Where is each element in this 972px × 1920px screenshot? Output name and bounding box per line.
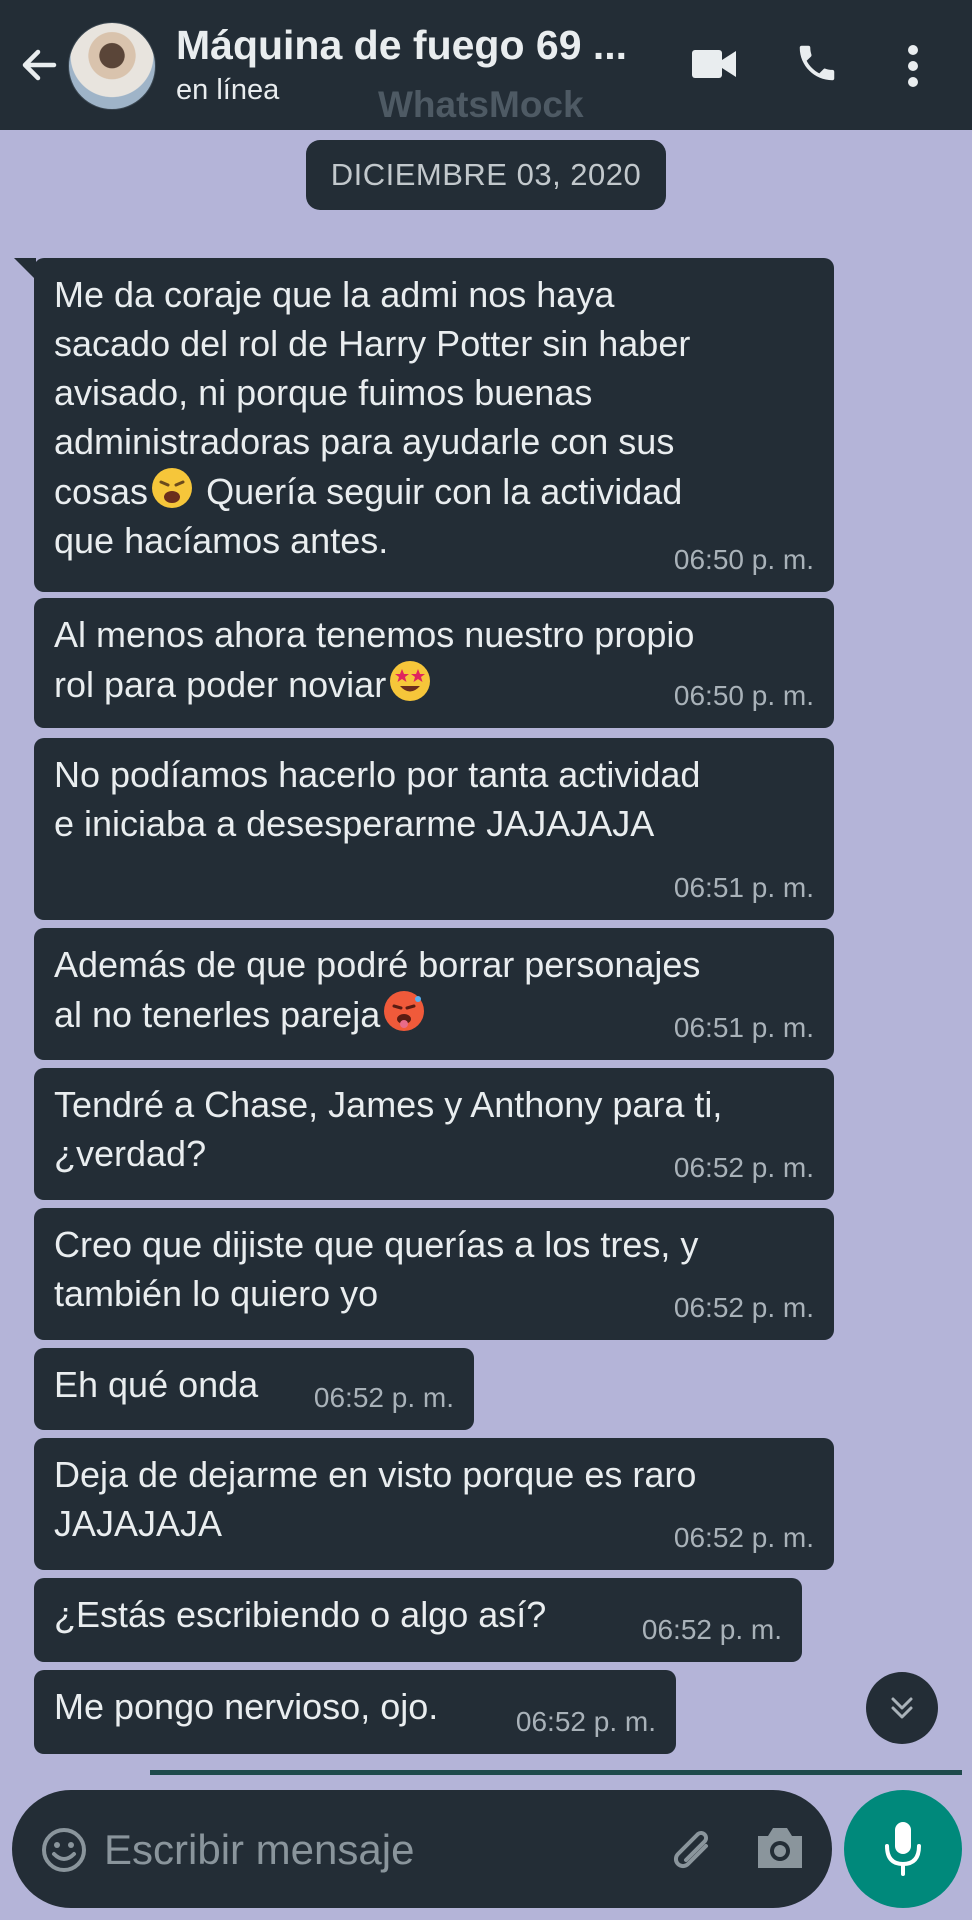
message-text: No podíamos hacerlo por tanta actividad …	[54, 754, 701, 844]
date-separator: DICIEMBRE 03, 2020	[306, 140, 666, 210]
message-bubble[interactable]: ¿Estás escribiendo o algo así? 06:52 p. …	[34, 1578, 802, 1662]
message-bubble[interactable]: Creo que dijiste que querías a los tres,…	[34, 1208, 834, 1340]
message-time: 06:52 p. m.	[673, 1522, 814, 1553]
message-time: 06:51 p. m.	[673, 1012, 814, 1043]
mic-button[interactable]	[844, 1790, 962, 1908]
more-vert-icon[interactable]	[906, 44, 920, 88]
chat-header: Máquina de fuego 69 ... en línea WhatsMo…	[0, 0, 972, 130]
message-time: 06:52 p. m.	[673, 1292, 814, 1323]
message-bubble[interactable]: Me da coraje que la admi nos haya sacado…	[34, 258, 834, 592]
message-time: 06:50 p. m.	[673, 544, 814, 575]
message-time: 06:52 p. m.	[515, 1706, 656, 1737]
emoji-icon[interactable]	[40, 1826, 88, 1874]
back-arrow-icon[interactable]	[14, 40, 64, 90]
divider-line	[150, 1770, 962, 1775]
message-input-bar[interactable]: Escribir mensaje	[12, 1790, 832, 1908]
contact-avatar[interactable]	[68, 22, 156, 110]
message-bubble[interactable]: Además de que podré borrar personajes al…	[34, 928, 834, 1060]
phone-icon[interactable]	[794, 40, 840, 86]
message-text: Me da coraje que la admi nos haya sacado…	[54, 270, 816, 565]
message-time: 06:50 p. m.	[673, 680, 814, 711]
scroll-down-button[interactable]	[866, 1672, 938, 1744]
contact-status: en línea	[176, 74, 280, 106]
weary-face-icon	[152, 468, 193, 508]
hot-face-icon	[384, 991, 425, 1031]
video-call-icon[interactable]	[690, 46, 738, 82]
message-text-part: Quería seguir con la actividad que hacía…	[54, 471, 683, 561]
message-bubble[interactable]: Tendré a Chase, James y Anthony para ti,…	[34, 1068, 834, 1200]
message-input[interactable]: Escribir mensaje	[104, 1826, 414, 1874]
watermark: WhatsMock	[378, 84, 584, 125]
message-bubble[interactable]: Me pongo nervioso, ojo. 06:52 p. m.	[34, 1670, 676, 1754]
contact-name[interactable]: Máquina de fuego 69 ...	[176, 22, 627, 69]
message-text-part: Además de que podré borrar personajes al…	[54, 944, 701, 1035]
camera-icon[interactable]	[754, 1824, 806, 1870]
scroll-down-icon	[891, 1697, 913, 1719]
message-bubble[interactable]: Eh qué onda 06:52 p. m.	[34, 1348, 474, 1430]
mic-icon	[885, 1822, 921, 1876]
message-time: 06:52 p. m.	[641, 1614, 782, 1645]
message-time: 06:52 p. m.	[313, 1382, 454, 1413]
message-time: 06:52 p. m.	[673, 1152, 814, 1183]
message-time: 06:51 p. m.	[673, 872, 814, 903]
message-text-part: Al menos ahora tenemos nuestro propio ro…	[54, 614, 695, 705]
attach-icon[interactable]	[662, 1820, 718, 1876]
bubble-tail	[14, 258, 36, 280]
message-bubble[interactable]: Al menos ahora tenemos nuestro propio ro…	[34, 598, 834, 728]
message-bubble[interactable]: No podíamos hacerlo por tanta actividad …	[34, 738, 834, 920]
star-struck-icon	[390, 661, 431, 701]
message-bubble[interactable]: Deja de dejarme en visto porque es raro …	[34, 1438, 834, 1570]
